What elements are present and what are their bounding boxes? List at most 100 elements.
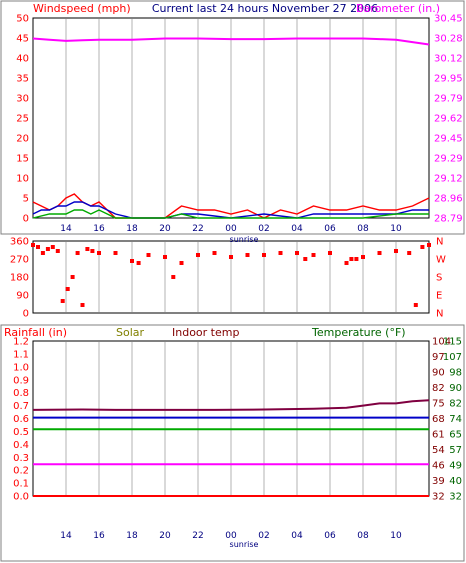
wind-direction-point xyxy=(31,243,35,247)
temperature-tick-label: 107 xyxy=(443,352,462,363)
wind-direction-point xyxy=(75,251,80,255)
wind-direction-point xyxy=(262,253,266,257)
wind-direction-point xyxy=(146,253,151,257)
hour-tick-label-bottom: 08 xyxy=(357,531,369,541)
sunrise-label-top: sunrise xyxy=(230,235,259,244)
wind-direction-point xyxy=(40,251,45,255)
rainfall-tick-label: 0.7 xyxy=(13,401,29,412)
indoor-temp-tick-label: 75 xyxy=(432,399,445,410)
windspeed-tick-label: 35 xyxy=(16,74,29,85)
rainfall-tick-label: 0.5 xyxy=(13,427,29,438)
rainfall-tick-label: 1.0 xyxy=(13,362,29,373)
direction-degree-tick-label: 360 xyxy=(10,237,29,248)
temperature-tick-label: 32 xyxy=(449,492,462,503)
barometer-tick-label: 29.95 xyxy=(434,74,463,85)
rainfall-tick-label: 0.4 xyxy=(13,440,29,451)
weather-chart-svg: 1414161618182020222200000202040406060808… xyxy=(0,0,465,562)
temperature-tick-label: 49 xyxy=(449,461,462,472)
wind-direction-point xyxy=(354,257,359,261)
wind-direction-point xyxy=(349,257,354,261)
direction-degree-tick-label: 0 xyxy=(23,309,29,320)
wind-direction-point xyxy=(70,275,75,279)
wind-direction-point xyxy=(36,245,40,249)
direction-compass-tick-label: N xyxy=(436,237,443,248)
windspeed-tick-label: 45 xyxy=(16,34,29,45)
wind-direction-point xyxy=(427,243,431,247)
chart-period-title: Current last 24 hours November 27 2006 xyxy=(152,2,378,15)
temperature-tick-label: 57 xyxy=(449,445,462,456)
windspeed-tick-label: 50 xyxy=(16,14,29,25)
wind-direction-point xyxy=(212,251,217,255)
hour-tick-label-top: 06 xyxy=(324,224,336,234)
temperature-tick-label: 82 xyxy=(449,399,462,410)
windspeed-tick-label: 20 xyxy=(16,134,29,145)
hour-tick-label-top: 16 xyxy=(93,224,105,234)
windspeed-tick-label: 25 xyxy=(16,114,29,125)
wind-direction-point xyxy=(295,251,299,255)
direction-degree-tick-label: 180 xyxy=(10,273,29,284)
hour-tick-label-top: 18 xyxy=(126,224,138,234)
barometer-tick-label: 29.29 xyxy=(434,154,463,165)
direction-compass-tick-label: S xyxy=(436,273,442,284)
wind-direction-point xyxy=(136,261,141,265)
wind-direction-point xyxy=(45,247,50,251)
wind-direction-point xyxy=(113,251,118,255)
hour-tick-label-top: 22 xyxy=(192,224,203,234)
wind-direction-point xyxy=(278,251,283,255)
wind-direction-point xyxy=(80,303,85,307)
wind-direction-point xyxy=(179,261,184,265)
wind-direction-point xyxy=(50,245,55,249)
wind-direction-point xyxy=(163,255,167,259)
rainfall-tick-label: 0.0 xyxy=(13,492,29,503)
wind-direction-point xyxy=(344,261,349,265)
temperature-tick-label: 90 xyxy=(449,383,462,394)
rainfall-tick-label: 0.6 xyxy=(13,414,29,425)
barometer-tick-label: 29.45 xyxy=(434,134,463,145)
direction-compass-tick-label: N xyxy=(436,309,443,320)
indoor-temp-tick-label: 39 xyxy=(432,476,445,487)
hour-tick-label-bottom: 06 xyxy=(324,531,336,541)
windspeed-tick-label: 5 xyxy=(23,194,29,205)
rainfall-title: Rainfall (in) xyxy=(4,326,67,339)
barometer-tick-label: 30.28 xyxy=(434,34,463,45)
wind-direction-point xyxy=(303,257,308,261)
hour-tick-label-top: 00 xyxy=(225,224,237,234)
wind-direction-point xyxy=(229,255,233,259)
wind-direction-point xyxy=(420,245,425,249)
wind-direction-point xyxy=(85,247,90,251)
hour-tick-label-top: 20 xyxy=(159,224,171,234)
wind-direction-point xyxy=(65,287,70,291)
indoor-temp-tick-label: 61 xyxy=(432,430,445,441)
hour-tick-label-top: 10 xyxy=(390,224,402,234)
wind-direction-point xyxy=(130,259,134,263)
rainfall-tick-label: 0.9 xyxy=(13,375,29,386)
windspeed-tick-label: 40 xyxy=(16,54,29,65)
wind-direction-point xyxy=(377,251,382,255)
barometer-tick-label: 28.79 xyxy=(434,214,463,225)
indoor-temp-tick-label: 54 xyxy=(432,445,445,456)
windspeed-tick-label: 15 xyxy=(16,154,29,165)
temperature-tick-label: 65 xyxy=(449,430,462,441)
rainfall-tick-label: 0.1 xyxy=(13,479,29,490)
rainfall-tick-label: 0.3 xyxy=(13,453,29,464)
hour-tick-label-bottom: 02 xyxy=(258,531,269,541)
indoor-temp-title: Indoor temp xyxy=(172,326,239,339)
wind-direction-point xyxy=(55,249,60,253)
weather-graphs: 14 14 16 16 18 18 20 20 22 22 00 00 02 02 04 04 06 06 08 08… xyxy=(0,0,466,563)
barometer-tick-label: 29.79 xyxy=(434,94,463,105)
hour-tick-label-top: 04 xyxy=(291,224,303,234)
rainfall-tick-label: 0.8 xyxy=(13,388,29,399)
barometer-tick-label: 29.62 xyxy=(434,114,463,125)
hour-tick-label-top: 14 xyxy=(60,224,72,234)
wind-direction-point xyxy=(60,299,65,303)
rainfall-tick-label: 1.1 xyxy=(13,349,29,360)
direction-degree-tick-label: 90 xyxy=(16,291,29,302)
wind-direction-point xyxy=(413,303,418,307)
hour-tick-label-top: 02 xyxy=(258,224,269,234)
temperature-tick-label: 115 xyxy=(443,337,462,348)
hour-tick-label-bottom: 16 xyxy=(93,531,105,541)
hour-tick-label-top: 08 xyxy=(357,224,369,234)
solar-title: Solar xyxy=(116,326,145,339)
wind-direction-point xyxy=(311,253,316,257)
temperature-title: Temperature (°F) xyxy=(311,326,406,339)
